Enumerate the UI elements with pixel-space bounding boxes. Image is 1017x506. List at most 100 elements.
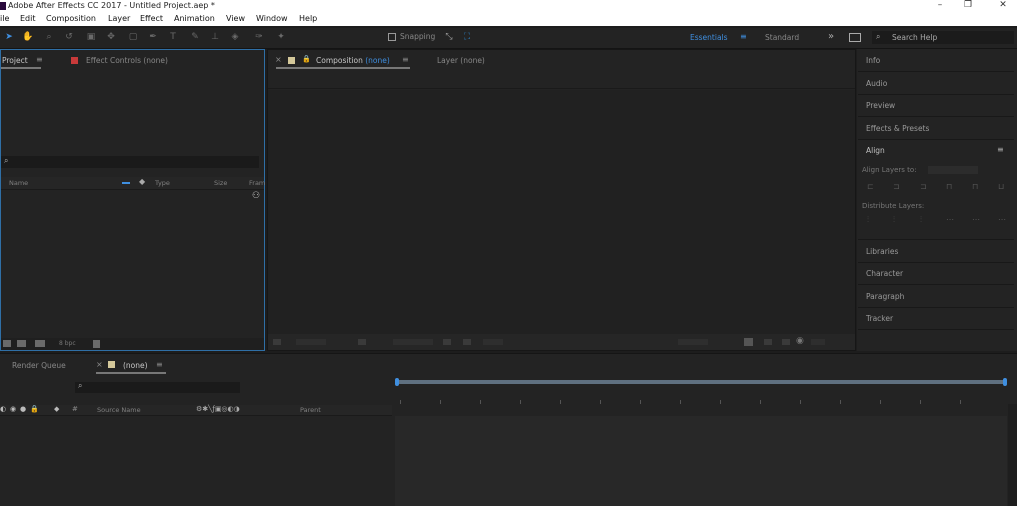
type-tool-icon[interactable]: T	[168, 32, 178, 42]
roto-brush-tool-icon[interactable]: ✑	[254, 32, 264, 42]
trash-icon[interactable]	[93, 340, 100, 348]
video-switch-icon[interactable]: ◐	[0, 405, 6, 413]
pan-behind-tool-icon[interactable]: ✥	[106, 32, 116, 42]
lock-icon[interactable]: 🔒	[302, 55, 311, 63]
distribute-right-icon[interactable]: ⋯	[998, 215, 1006, 224]
label-tag-icon[interactable]: ◆	[54, 405, 59, 413]
align-right-icon[interactable]: ⊐	[920, 182, 927, 191]
column-type[interactable]: Type	[155, 179, 170, 187]
column-size[interactable]: Size	[214, 179, 227, 187]
snap-edges-icon[interactable]: ⤡	[444, 32, 454, 42]
panel-paragraph[interactable]: Paragraph	[866, 292, 904, 301]
menu-effect[interactable]: Effect	[140, 12, 163, 26]
fast-previews-icon[interactable]	[744, 338, 753, 346]
restore-button[interactable]: ❐	[958, 0, 978, 12]
distribute-top-icon[interactable]: ⫶	[867, 215, 869, 225]
resolution-dropdown[interactable]	[483, 339, 503, 345]
toggle-mask-icon[interactable]	[782, 339, 790, 345]
new-composition-icon[interactable]	[35, 340, 45, 347]
column-frame-rate[interactable]: Fram	[249, 179, 265, 187]
brush-tool-icon[interactable]: ✎	[190, 32, 200, 42]
timeline-panel-menu-icon[interactable]: ≡	[156, 360, 163, 369]
menu-file[interactable]: ile	[0, 12, 9, 26]
distribute-vertical-center-icon[interactable]: ⫶	[893, 215, 895, 225]
flowchart-icon[interactable]: ⚇	[252, 191, 260, 201]
tab-timeline-none[interactable]: (none)	[123, 361, 148, 370]
panel-audio[interactable]: Audio	[866, 79, 887, 88]
tab-project[interactable]: Project	[2, 56, 28, 65]
label-tag-icon[interactable]: ◆	[139, 177, 145, 186]
search-help-field[interactable]: ⌕ Search Help	[872, 31, 1014, 44]
hand-tool-icon[interactable]: ✋	[22, 32, 33, 42]
menu-view[interactable]: View	[226, 12, 245, 26]
tab-effect-controls[interactable]: Effect Controls (none)	[86, 56, 168, 65]
composition-viewer[interactable]	[268, 90, 855, 334]
timecode-display[interactable]	[393, 339, 433, 345]
composition-panel-menu-icon[interactable]: ≡	[402, 55, 409, 64]
workspace-menu-icon[interactable]: ≡	[740, 32, 747, 41]
timeline-tracks-area[interactable]	[395, 416, 1007, 506]
work-area-start-handle[interactable]	[395, 378, 399, 386]
workspace-essentials[interactable]: Essentials	[690, 33, 728, 42]
camera-tool-icon[interactable]: ▣	[86, 32, 96, 42]
align-horizontal-center-icon[interactable]: ⊐	[893, 182, 900, 191]
view-dropdown[interactable]	[678, 339, 708, 345]
snap-features-icon[interactable]: ⛶	[462, 32, 472, 42]
minimize-button[interactable]: –	[930, 0, 950, 12]
menu-composition[interactable]: Composition	[46, 12, 96, 26]
column-source-name[interactable]: Source Name	[97, 406, 141, 414]
rotation-tool-icon[interactable]: ↺	[64, 32, 74, 42]
menu-layer[interactable]: Layer	[108, 12, 130, 26]
mask-tool-icon[interactable]: ▢	[128, 32, 138, 42]
exposure-icon[interactable]: ◉	[796, 336, 804, 346]
panel-effects-presets[interactable]: Effects & Presets	[866, 124, 929, 133]
puppet-tool-icon[interactable]: ✦	[276, 32, 286, 42]
close-button[interactable]: ✕	[993, 0, 1013, 12]
always-preview-icon[interactable]	[273, 339, 281, 345]
snapping-checkbox[interactable]	[388, 33, 396, 41]
menu-window[interactable]: Window	[256, 12, 288, 26]
align-panel-menu-icon[interactable]: ≡	[997, 145, 1004, 154]
grid-toggle-icon[interactable]	[358, 339, 366, 345]
work-area-end-handle[interactable]	[1003, 378, 1007, 386]
menu-help[interactable]: Help	[299, 12, 317, 26]
timeline-search-input[interactable]: ⌕	[75, 381, 240, 393]
transparency-grid-icon[interactable]	[764, 339, 772, 345]
zoom-tool-icon[interactable]: ⌕	[44, 32, 54, 42]
panel-libraries[interactable]: Libraries	[866, 247, 898, 256]
solo-icon[interactable]: ●	[20, 405, 26, 413]
new-folder-icon[interactable]	[17, 340, 26, 347]
column-name[interactable]: Name	[9, 179, 28, 187]
distribute-horizontal-center-icon[interactable]: ⋯	[972, 215, 980, 224]
close-tab-icon[interactable]: ×	[275, 55, 282, 64]
magnification-dropdown[interactable]	[296, 339, 326, 345]
layer-number-icon[interactable]: #	[72, 405, 78, 413]
interpret-footage-icon[interactable]	[3, 340, 11, 347]
selection-tool-icon[interactable]: ➤	[4, 32, 14, 42]
timeline-scrollbar[interactable]	[1008, 404, 1017, 506]
distribute-bottom-icon[interactable]: ⫶	[920, 215, 922, 225]
align-left-icon[interactable]: ⊏	[867, 182, 874, 191]
sync-settings-icon[interactable]	[849, 33, 861, 42]
audio-switch-icon[interactable]: ◉	[10, 405, 16, 413]
show-channel-icon[interactable]	[463, 339, 471, 345]
panel-character[interactable]: Character	[866, 269, 903, 278]
menu-edit[interactable]: Edit	[20, 12, 36, 26]
panel-tracker[interactable]: Tracker	[866, 314, 893, 323]
exposure-value[interactable]	[811, 339, 825, 345]
align-top-icon[interactable]: ⊓	[946, 182, 952, 191]
eraser-tool-icon[interactable]: ◈	[230, 32, 240, 42]
menu-animation[interactable]: Animation	[174, 12, 215, 26]
panel-preview[interactable]: Preview	[866, 101, 895, 110]
tab-render-queue[interactable]: Render Queue	[12, 361, 66, 370]
column-parent[interactable]: Parent	[300, 406, 321, 414]
panel-align[interactable]: Align	[866, 146, 885, 155]
layer-switches-icon[interactable]: ⚙✱╲ƒ▣◎◐◑	[196, 405, 240, 413]
tab-layer[interactable]: Layer (none)	[437, 56, 485, 65]
project-panel-menu-icon[interactable]: ≡	[36, 55, 43, 64]
close-tab-icon[interactable]: ×	[96, 360, 103, 369]
lock-icon[interactable]: 🔒	[30, 405, 39, 413]
align-vertical-center-icon[interactable]: ⊓	[972, 182, 978, 191]
work-area-bar[interactable]	[395, 380, 1007, 384]
clone-stamp-tool-icon[interactable]: ⊥	[210, 32, 220, 42]
